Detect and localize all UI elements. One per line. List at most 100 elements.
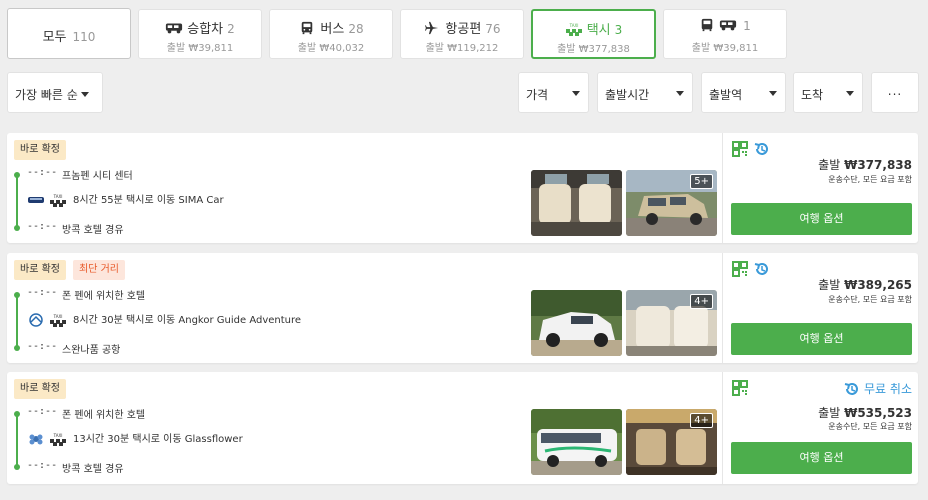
- taxi-icon: TAXI: [49, 313, 67, 327]
- sort-label: 가장 빠른 순: [15, 88, 78, 102]
- result-card[interactable]: 바로 확정 최단 거리 --:-- 폰 펜에 위치한 호텔 TAXI 8시간 30…: [7, 253, 918, 363]
- tab-flight[interactable]: 항공편 76 출발 ₩119,212: [400, 9, 524, 59]
- price-prefix: 출발: [818, 158, 841, 172]
- tab-car[interactable]: 승합차 2 출발 ₩39,811: [138, 9, 262, 59]
- tab-bus[interactable]: 버스 28 출발 ₩40,032: [269, 9, 393, 59]
- price-prefix: 출발: [818, 406, 841, 420]
- result-card[interactable]: 바로 확정 --:-- 프놈펜 시티 센터 TAXI 8시간 55분 택시로 이동…: [7, 133, 918, 243]
- result-card[interactable]: 바로 확정 --:-- 폰 펜에 위치한 호텔 TAXI 13시간 30분 택시로…: [7, 372, 918, 484]
- tab-all-count: 110: [72, 30, 96, 44]
- filter-price-label: 가격: [526, 88, 549, 102]
- qr-ticket-icon: [732, 141, 748, 157]
- arrival-place: 방콕 호텔 경유: [62, 225, 124, 236]
- filter-departure-time-label: 출발시간: [605, 88, 650, 102]
- tab-combo[interactable]: 1 출발 ₩39,811: [663, 9, 787, 59]
- departure-place: 폰 펜에 위치한 호텔: [62, 291, 146, 302]
- duration-text: 13시간 30분 택시로 이동 Glassflower: [73, 434, 243, 445]
- duration-text: 8시간 30분 택시로 이동 Angkor Guide Adventure: [73, 315, 302, 326]
- price: 출발 ₩389,265: [818, 276, 912, 293]
- filter-departure-station-label: 출발역: [709, 88, 743, 102]
- vehicle-photo[interactable]: 4+: [626, 290, 717, 356]
- refund-icon: [754, 141, 770, 157]
- tab-car-price: 출발 ₩39,811: [166, 43, 234, 54]
- filter-arrival-label: 도착: [801, 88, 824, 102]
- vehicle-photo[interactable]: [531, 290, 622, 356]
- tab-taxi-label: 택시: [586, 23, 611, 38]
- price-value: ₩389,265: [844, 278, 912, 292]
- arrival-time: --:--: [27, 341, 58, 352]
- duration-text: 8시간 55분 택시로 이동 SIMA Car: [73, 195, 224, 206]
- free-cancellation-label: 무료 취소: [864, 382, 912, 396]
- tab-bus-label: 버스: [320, 22, 345, 37]
- more-filters-button[interactable]: ...: [871, 72, 919, 113]
- tab-car-label: 승합차: [187, 22, 224, 37]
- caret-down-icon: [572, 91, 580, 96]
- free-cancellation: 무료 취소: [844, 380, 912, 397]
- route-timeline: --:-- 프놈펜 시티 센터 TAXI 8시간 55분 택시로 이동 SIMA …: [14, 166, 514, 236]
- svg-text:TAXI: TAXI: [568, 23, 578, 28]
- price: 출발 ₩535,523: [818, 404, 912, 421]
- vehicle-photo[interactable]: 5+: [626, 170, 717, 236]
- filter-departure-time[interactable]: 출발시간: [597, 72, 693, 113]
- arrival-time: --:--: [27, 221, 58, 232]
- timeline-start-dot: [14, 292, 20, 298]
- price: 출발 ₩377,838: [818, 156, 912, 173]
- tab-taxi-count: 3: [614, 23, 623, 37]
- travel-options-button[interactable]: 여행 옵션: [731, 442, 912, 474]
- bus-icon: [298, 21, 316, 35]
- svg-text:TAXI: TAXI: [53, 314, 63, 319]
- arrival-place: 스완나품 공항: [62, 345, 121, 356]
- tab-bus-price: 출발 ₩40,032: [297, 43, 365, 54]
- vehicle-photo[interactable]: [531, 170, 622, 236]
- price-panel: 무료 취소 출발 ₩535,523 운송수단, 모든 요금 포함 여행 옵션: [723, 372, 918, 484]
- filter-arrival[interactable]: 도착: [793, 72, 863, 113]
- departure-time: --:--: [27, 406, 58, 417]
- route-duration: TAXI 8시간 55분 택시로 이동 SIMA Car: [27, 191, 224, 211]
- more-filters-label: ...: [887, 84, 903, 98]
- sort-dropdown[interactable]: 가장 빠른 순: [7, 72, 103, 113]
- tab-all[interactable]: 모두 110: [7, 8, 131, 59]
- svg-text:TAXI: TAXI: [53, 194, 63, 199]
- taxi-icon: TAXI: [565, 22, 583, 36]
- route-timeline: --:-- 폰 펜에 위치한 호텔 TAXI 8시간 30분 택시로 이동 Ang…: [14, 286, 514, 356]
- route-duration: TAXI 8시간 30분 택시로 이동 Angkor Guide Adventur…: [27, 311, 301, 331]
- svg-text:TAXI: TAXI: [53, 433, 63, 438]
- bus-icon: [699, 18, 715, 32]
- vehicle-photo[interactable]: 4+: [626, 409, 717, 475]
- travel-options-button[interactable]: 여행 옵션: [731, 203, 912, 235]
- tab-flight-price: 출발 ₩119,212: [425, 43, 499, 54]
- operator-logo: [27, 432, 45, 446]
- departure-time: --:--: [27, 167, 58, 178]
- caret-down-icon: [676, 91, 684, 96]
- instant-confirm-badge: 바로 확정: [14, 260, 66, 280]
- arrival-place: 방콕 호텔 경유: [62, 464, 124, 475]
- price-panel: 출발 ₩377,838 운송수단, 모든 요금 포함 여행 옵션: [723, 133, 918, 243]
- vehicle-photo[interactable]: [531, 409, 622, 475]
- departure-time: --:--: [27, 287, 58, 298]
- timeline-end-dot: [14, 225, 20, 231]
- timeline-line: [16, 174, 18, 230]
- tab-combo-count: 1: [743, 19, 751, 33]
- shortest-distance-badge: 최단 거리: [73, 260, 125, 280]
- route-duration: TAXI 13시간 30분 택시로 이동 Glassflower: [27, 430, 243, 450]
- photo-more-count: 4+: [690, 413, 713, 428]
- price-panel: 출발 ₩389,265 운송수단, 모든 요금 포함 여행 옵션: [723, 253, 918, 363]
- route-timeline: --:-- 폰 펜에 위치한 호텔 TAXI 13시간 30분 택시로 이동 Gl…: [14, 405, 514, 475]
- travel-options-button[interactable]: 여행 옵션: [731, 323, 912, 355]
- timeline-line: [16, 294, 18, 350]
- price-note: 운송수단, 모든 요금 포함: [828, 422, 912, 431]
- tab-combo-price: 출발 ₩39,811: [691, 43, 759, 54]
- operator-logo: [27, 313, 45, 327]
- departure-place: 폰 펜에 위치한 호텔: [62, 410, 146, 421]
- filter-price[interactable]: 가격: [518, 72, 589, 113]
- tab-flight-count: 76: [485, 22, 501, 36]
- van-icon: [719, 18, 737, 32]
- instant-confirm-badge: 바로 확정: [14, 379, 66, 399]
- tab-car-count: 2: [227, 22, 235, 36]
- tab-flight-label: 항공편: [445, 22, 482, 37]
- filter-departure-station[interactable]: 출발역: [701, 72, 786, 113]
- van-icon: [165, 21, 183, 35]
- tab-taxi[interactable]: TAXI 택시 3 출발 ₩377,838: [531, 9, 656, 59]
- tab-taxi-price: 출발 ₩377,838: [557, 44, 630, 55]
- caret-down-icon: [846, 91, 854, 96]
